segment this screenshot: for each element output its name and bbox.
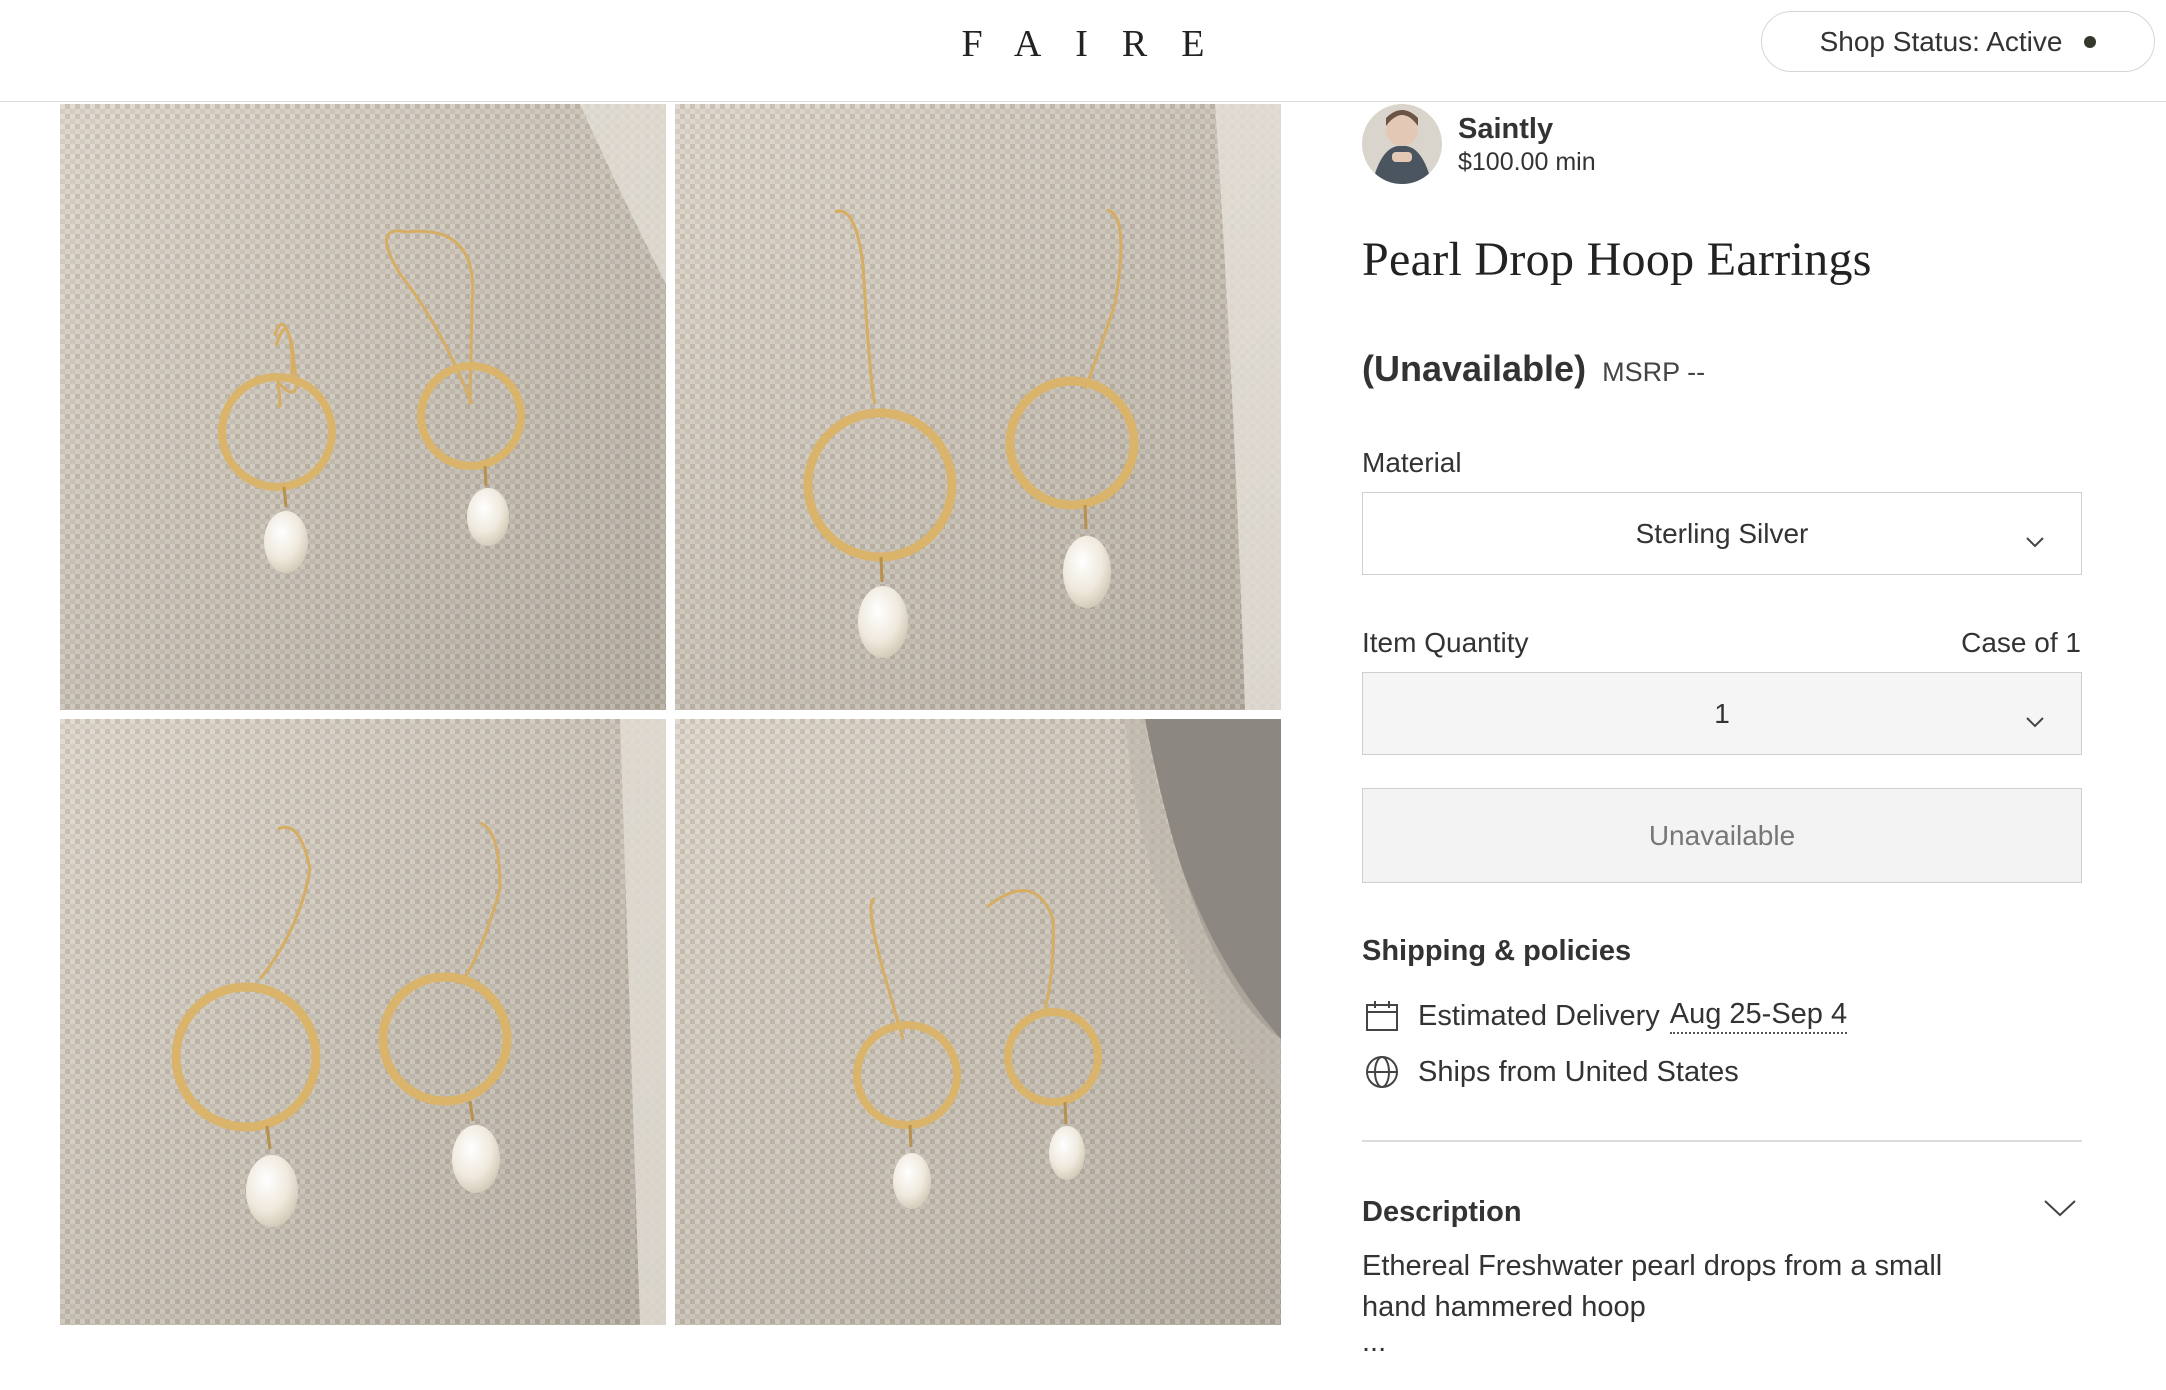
ships-from-row: Ships from United States [1362,1052,1739,1092]
product-image-1[interactable] [60,104,666,710]
globe-icon [1362,1052,1402,1092]
seller-avatar [1362,104,1442,184]
status-dot-icon [2084,35,2097,48]
calendar-icon [1362,996,1402,1036]
shipping-heading: Shipping & policies [1362,935,1632,967]
material-value: Sterling Silver [1635,517,1809,549]
product-image-4[interactable] [675,719,1281,1325]
product-image-2[interactable] [675,104,1281,710]
shop-status-pill[interactable]: Shop Status: Active [1761,11,2155,72]
quantity-label: Item Quantity [1362,627,1529,658]
description-text: Ethereal Freshwater pearl drops from a s… [1362,1250,1943,1323]
product-title: Pearl Drop Hoop Earrings [1362,233,1872,286]
shop-status-label: Shop Status: Active [1819,25,2063,57]
top-header: FAIRE Shop Status: Active [0,0,2166,102]
case-label: Case of 1 [1961,627,2081,658]
material-label: Material [1362,447,1462,478]
delivery-row: Estimated Delivery Aug 25-Sep 4 [1362,996,1848,1036]
seller-link[interactable]: Saintly $100.00 min [1362,104,1596,184]
msrp-label: MSRP -- [1602,357,1706,387]
product-image-3[interactable] [60,719,666,1325]
price-row: (Unavailable) MSRP -- [1362,348,1705,390]
quantity-select[interactable]: 1 [1362,672,2082,755]
material-select[interactable]: Sterling Silver [1362,492,2082,575]
seller-name: Saintly [1458,113,1554,145]
description-more[interactable]: ... [1362,1326,1386,1359]
delivery-date[interactable]: Aug 25-Sep 4 [1669,998,1848,1034]
add-to-bag-button[interactable]: Unavailable [1362,788,2082,883]
seller-minimum: $100.00 min [1458,148,1596,176]
quantity-value: 1 [1714,697,1730,729]
chevron-down-icon[interactable] [2043,1198,2077,1223]
price-status: (Unavailable) [1362,348,1587,389]
description-heading[interactable]: Description [1362,1196,1522,1229]
ships-from-text: Ships from United States [1418,1055,1739,1088]
section-divider [1362,1140,2082,1142]
chevron-down-icon [2025,703,2045,735]
chevron-down-icon [2025,523,2045,555]
delivery-label: Estimated Delivery [1418,999,1660,1032]
